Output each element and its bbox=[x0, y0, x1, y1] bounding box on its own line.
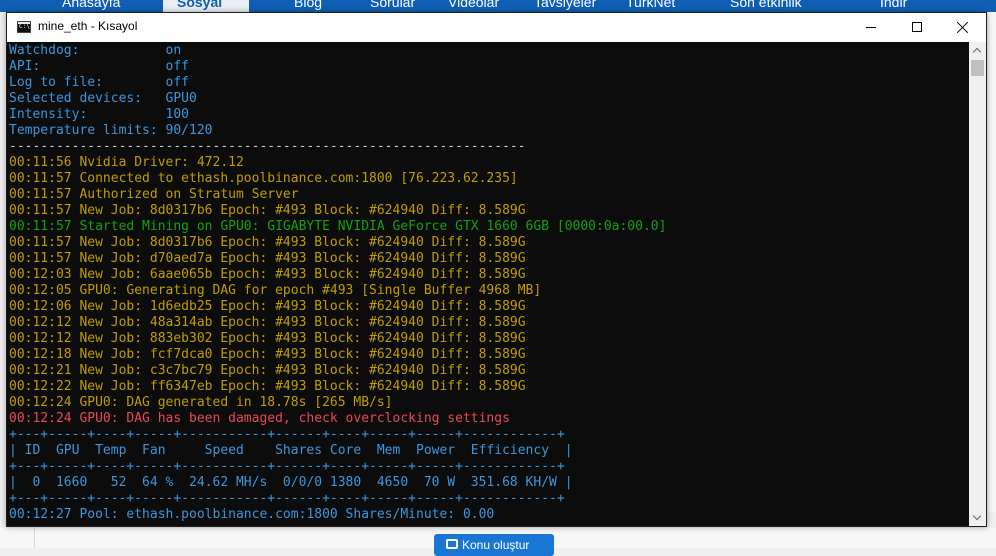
console-line: 00:12:27 Pool: ethash.poolbinance.com:18… bbox=[9, 507, 495, 522]
background-nav-bar: Anasayfa Sosyal Blog Sorular Videolar Ta… bbox=[0, 0, 996, 12]
console-line: 00:11:57 Started Mining on GPU0: GIGABYT… bbox=[9, 219, 667, 234]
console-line: +---+-----+----+-----+-----------+------… bbox=[9, 459, 565, 474]
console-line: +---+-----+----+-----+-----------+------… bbox=[9, 491, 565, 506]
console-lines: Watchdog: on API: off Log to file: off Sele… bbox=[9, 43, 666, 523]
create-topic-label: Konu oluştur bbox=[462, 538, 530, 552]
console-line: 00:12:06 New Job: 1d6edb25 Epoch: #493 B… bbox=[9, 299, 526, 314]
console-line: 00:11:56 Nvidia Driver: 472.12 bbox=[9, 155, 244, 170]
console-line: 00:12:12 New Job: 48a314ab Epoch: #493 B… bbox=[9, 315, 526, 330]
scroll-thumb[interactable] bbox=[971, 60, 984, 76]
nav-item-son-etkinlik[interactable]: Son etkinlik bbox=[730, 0, 802, 10]
console-line: 00:12:18 New Job: fcf7dca0 Epoch: #493 B… bbox=[9, 347, 526, 362]
console-line: | ID GPU Temp Fan Speed Shares Core Mem … bbox=[9, 443, 573, 458]
console-line: 00:12:24 GPU0: DAG generated in 18.78s [… bbox=[9, 395, 393, 410]
console-line: Temperature limits: 90/120 bbox=[9, 123, 213, 138]
console-line: API: off bbox=[9, 59, 190, 74]
maximize-button[interactable] bbox=[894, 13, 940, 42]
nav-tab-sosyal[interactable]: Sosyal bbox=[163, 0, 249, 12]
console-line: 00:12:21 New Job: c3c7bc79 Epoch: #493 B… bbox=[9, 363, 526, 378]
nav-item-indir[interactable]: Indir bbox=[880, 0, 907, 10]
title-bar[interactable]: mine_eth - Kısayol bbox=[7, 13, 986, 42]
nav-item-blog[interactable]: Blog bbox=[294, 0, 322, 10]
background-divider bbox=[34, 528, 35, 548]
scroll-down-arrow-icon[interactable] bbox=[969, 509, 986, 526]
console-window[interactable]: mine_eth - Kısayol Watchdog: onAPI: offL… bbox=[6, 12, 987, 527]
console-line: 00:11:57 New Job: d70aed7a Epoch: #493 B… bbox=[9, 251, 526, 266]
vertical-scrollbar[interactable] bbox=[969, 42, 986, 526]
close-icon bbox=[957, 21, 969, 33]
nav-item-videolar[interactable]: Videolar bbox=[448, 0, 499, 10]
console-icon bbox=[17, 21, 31, 33]
minimize-icon bbox=[866, 27, 876, 28]
nav-item-turknet[interactable]: TurkNet bbox=[626, 0, 675, 10]
console-line: Watchdog: on bbox=[9, 43, 182, 58]
console-line: 00:12:24 GPU0: DAG has been damaged, che… bbox=[9, 411, 510, 426]
console-line: +---+-----+----+-----+-----------+------… bbox=[9, 427, 565, 442]
console-line: ----------------------------------------… bbox=[9, 139, 526, 154]
console-line: 00:12:12 New Job: 883eb302 Epoch: #493 B… bbox=[9, 331, 526, 346]
console-line: Selected devices: GPU0 bbox=[9, 91, 197, 106]
console-line: | 0 1660 52 64 % 24.62 MH/s 0/0/0 1380 4… bbox=[9, 475, 573, 490]
console-line: 00:11:57 New Job: 8d0317b6 Epoch: #493 B… bbox=[9, 203, 526, 218]
nav-item-sorular[interactable]: Sorular bbox=[370, 0, 415, 10]
console-line: 00:11:57 New Job: 8d0317b6 Epoch: #493 B… bbox=[9, 235, 526, 250]
nav-item-anasayfa[interactable]: Anasayfa bbox=[62, 0, 120, 10]
console-output[interactable]: Watchdog: on API: off Log to file: off Sele… bbox=[7, 42, 969, 526]
console-line: 00:11:57 Authorized on Stratum Server bbox=[9, 187, 299, 202]
console-line: Log to file: off bbox=[9, 75, 190, 90]
console-line: 00:12:03 New Job: 6aae065b Epoch: #493 B… bbox=[9, 267, 526, 282]
console-line: 00:12:05 GPU0: Generating DAG for epoch … bbox=[9, 283, 542, 298]
nav-item-sosyal: Sosyal bbox=[177, 0, 223, 10]
minimize-button[interactable] bbox=[848, 13, 894, 42]
window-title: mine_eth - Kısayol bbox=[38, 19, 138, 33]
maximize-icon bbox=[912, 22, 922, 32]
console-line: 00:11:57 Connected to ethash.poolbinance… bbox=[9, 171, 518, 186]
create-topic-button[interactable]: Konu oluştur bbox=[434, 534, 554, 556]
console-line: Intensity: 100 bbox=[9, 107, 190, 122]
console-line: 00:12:22 New Job: ff6347eb Epoch: #493 B… bbox=[9, 379, 526, 394]
nav-item-tavsiyeler[interactable]: Tavsiyeler bbox=[534, 0, 596, 10]
close-button[interactable] bbox=[940, 13, 986, 42]
scroll-up-arrow-icon[interactable] bbox=[969, 42, 986, 59]
